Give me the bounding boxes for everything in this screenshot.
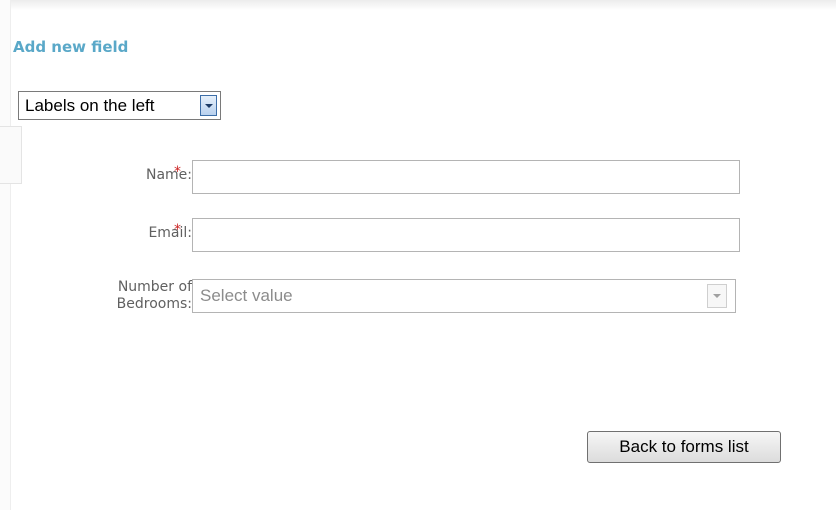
- name-required-mark: *: [174, 164, 181, 180]
- email-input[interactable]: [192, 218, 740, 252]
- bedrooms-label-line1: Number of: [117, 279, 192, 295]
- top-shadow: [0, 0, 836, 10]
- dropdown-button[interactable]: [200, 95, 217, 116]
- name-input[interactable]: [192, 160, 740, 194]
- bedrooms-dropdown-button[interactable]: [707, 284, 727, 308]
- email-label: Email:: [148, 225, 192, 241]
- bedrooms-select[interactable]: Select value: [192, 279, 736, 313]
- back-to-forms-list-button[interactable]: Back to forms list: [587, 431, 781, 463]
- add-new-field-link[interactable]: Add new field: [13, 38, 128, 56]
- left-panel-edge: [0, 0, 11, 510]
- label-position-select[interactable]: Labels on the left: [18, 91, 221, 120]
- name-label: Name:: [145, 167, 192, 183]
- side-tab[interactable]: [0, 126, 22, 184]
- label-position-value: Labels on the left: [25, 95, 155, 115]
- email-required-mark: *: [174, 222, 181, 238]
- bedrooms-placeholder: Select value: [200, 286, 293, 305]
- bedrooms-label-line2: Bedrooms:: [116, 296, 192, 312]
- chevron-down-icon: [713, 294, 721, 298]
- bedrooms-label: Number of Bedrooms:: [117, 279, 192, 313]
- chevron-down-icon: [204, 103, 213, 108]
